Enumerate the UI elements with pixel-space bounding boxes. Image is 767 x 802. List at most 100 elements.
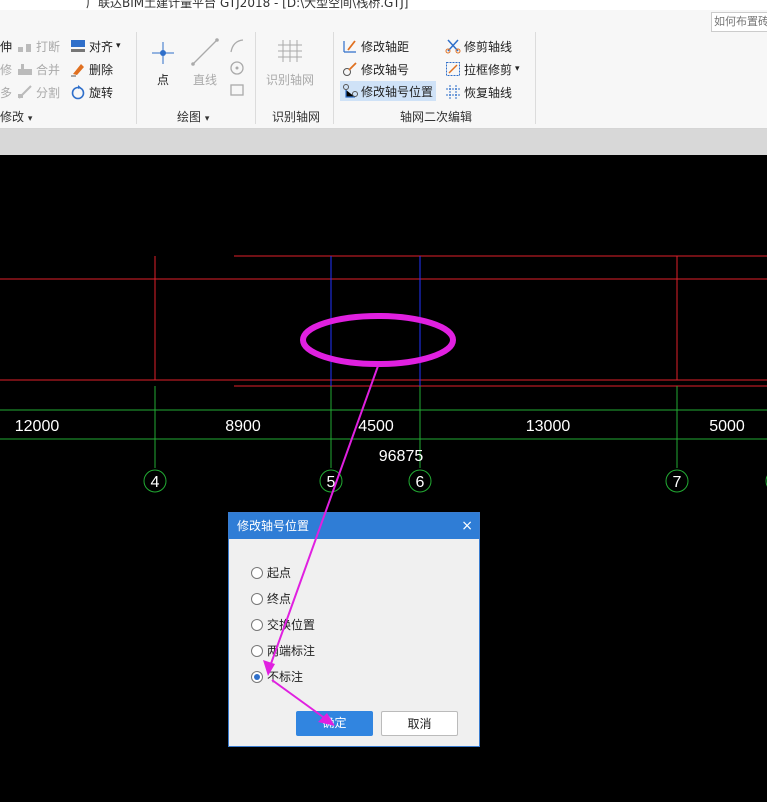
radio-button[interactable] (251, 592, 263, 605)
identify-axis-button[interactable]: 识别轴网 (262, 36, 318, 88)
dimension-text: 4500 (358, 418, 394, 435)
separator (136, 32, 137, 124)
merge-button[interactable]: 合并 (17, 59, 60, 79)
modify-number-position-icon (342, 83, 358, 99)
rectangle-icon[interactable] (229, 82, 245, 101)
point-button[interactable]: 点 (146, 38, 180, 88)
break-icon (17, 38, 33, 54)
align-dropdown-icon: ▾ (116, 41, 121, 51)
modify-spacing-label: 修改轴距 (361, 39, 410, 54)
draw-group-label[interactable]: 绘图 ▾ (177, 108, 209, 125)
modify-number-position-button[interactable]: 修改轴号位置 (340, 81, 437, 101)
trim-axis-button[interactable]: 修剪轴线 (445, 36, 512, 56)
draw-group-text: 绘图 (177, 110, 202, 124)
separator (333, 32, 334, 124)
window-title: 广联达BIM土建计量平台 GTJ2018 - [D:\大型空间\栈桥.GTJ] (86, 0, 409, 10)
search-input[interactable] (711, 12, 767, 32)
rotate-button[interactable]: 旋转 (70, 82, 113, 102)
trim-axis-label: 修剪轴线 (464, 39, 513, 54)
dimension-text: 13000 (526, 418, 571, 435)
arc-icon[interactable] (229, 38, 245, 57)
box-trim-dropdown-icon: ▾ (515, 64, 520, 74)
stretch-button[interactable]: 伸 (0, 36, 12, 56)
option-label: 起点 (267, 566, 292, 580)
ribbon-toolbar: 伸 打断 对齐 ▾ 修 合并 删除 多 分割 旋转 修改 ▾ 点 直线 绘图 ▾… (0, 10, 767, 129)
box-trim-label: 拉框修剪 (464, 62, 513, 77)
modify-group-text: 修改 (0, 110, 25, 124)
modify-number-button[interactable]: 修改轴号 (342, 59, 409, 79)
grid-icon (273, 40, 307, 71)
restore-axis-label: 恢复轴线 (464, 85, 513, 100)
ok-button[interactable]: 确定 (296, 711, 373, 736)
multi-button[interactable]: 多 (0, 82, 12, 102)
modify-number-position-label: 修改轴号位置 (361, 84, 434, 99)
restore-axis-icon (445, 84, 461, 100)
axis-label: 4 (151, 474, 160, 491)
modify-number-label: 修改轴号 (361, 62, 410, 77)
merge-label: 合并 (36, 62, 61, 77)
radio-button-selected[interactable] (251, 670, 263, 683)
cancel-button[interactable]: 取消 (381, 711, 458, 736)
modify-group-label[interactable]: 修改 ▾ (0, 108, 32, 125)
merge-icon (17, 61, 33, 77)
axis-edit-group-label: 轴网二次编辑 (400, 110, 473, 124)
line-icon (188, 38, 222, 71)
dimension-text: 5000 (709, 418, 745, 435)
point-label: 点 (156, 73, 169, 87)
close-icon[interactable]: × (461, 513, 473, 539)
dialog-title-bar[interactable]: 修改轴号位置 (229, 513, 479, 539)
axis-label: 5 (327, 474, 336, 491)
option-label: 不标注 (267, 670, 304, 684)
repair-button[interactable]: 修 (0, 59, 12, 79)
modify-axis-number-position-dialog: 修改轴号位置 × 起点 终点 交换位置 两端标注 不标注 确定 取消 (228, 512, 480, 747)
box-trim-button[interactable]: 拉框修剪 ▾ (445, 59, 520, 79)
break-label: 打断 (36, 39, 61, 54)
draw-group-arrow-icon: ▾ (204, 114, 210, 124)
total-dimension-text: 96875 (379, 448, 424, 465)
align-button[interactable]: 对齐 ▾ (70, 36, 121, 56)
option-start[interactable]: 起点 (251, 564, 291, 581)
eraser-icon (70, 61, 86, 77)
dimension-text: 12000 (15, 418, 60, 435)
point-icon (146, 42, 180, 71)
option-none[interactable]: 不标注 (251, 668, 303, 685)
line-button[interactable]: 直线 (188, 38, 222, 88)
repair-label: 修 (0, 62, 13, 77)
axis-label: 7 (673, 474, 682, 491)
multi-label: 多 (0, 85, 13, 100)
identify-group-label: 识别轴网 (272, 110, 321, 124)
modify-spacing-icon (342, 38, 358, 54)
title-bar: 广联达BIM土建计量平台 GTJ2018 - [D:\大型空间\栈桥.GTJ] (0, 0, 767, 10)
option-swap[interactable]: 交换位置 (251, 616, 315, 633)
option-label: 两端标注 (267, 644, 316, 658)
rotate-icon (70, 84, 86, 100)
scissors-icon (445, 38, 461, 54)
separator (535, 32, 536, 124)
identify-axis-label: 识别轴网 (265, 73, 314, 87)
radio-button[interactable] (251, 566, 263, 579)
radio-button[interactable] (251, 644, 263, 657)
rotate-label: 旋转 (89, 85, 114, 100)
circle-icon[interactable] (229, 60, 245, 79)
delete-label: 删除 (89, 62, 114, 77)
dialog-title: 修改轴号位置 (237, 519, 310, 533)
option-both[interactable]: 两端标注 (251, 642, 315, 659)
break-button[interactable]: 打断 (17, 36, 60, 56)
tab-strip (0, 129, 767, 155)
align-icon (70, 38, 86, 54)
restore-axis-button[interactable]: 恢复轴线 (445, 82, 512, 102)
stretch-label: 伸 (0, 39, 13, 54)
radio-button[interactable] (251, 618, 263, 631)
axis-label: 6 (416, 474, 425, 491)
split-icon (17, 84, 33, 100)
modify-spacing-button[interactable]: 修改轴距 (342, 36, 409, 56)
delete-button[interactable]: 删除 (70, 59, 113, 79)
box-trim-icon (445, 61, 461, 77)
dimension-text: 8900 (225, 418, 261, 435)
option-end[interactable]: 终点 (251, 590, 291, 607)
split-button[interactable]: 分割 (17, 82, 60, 102)
modify-group-arrow-icon: ▾ (27, 114, 33, 124)
option-label: 终点 (267, 592, 292, 606)
separator (255, 32, 256, 124)
line-label: 直线 (192, 73, 217, 87)
